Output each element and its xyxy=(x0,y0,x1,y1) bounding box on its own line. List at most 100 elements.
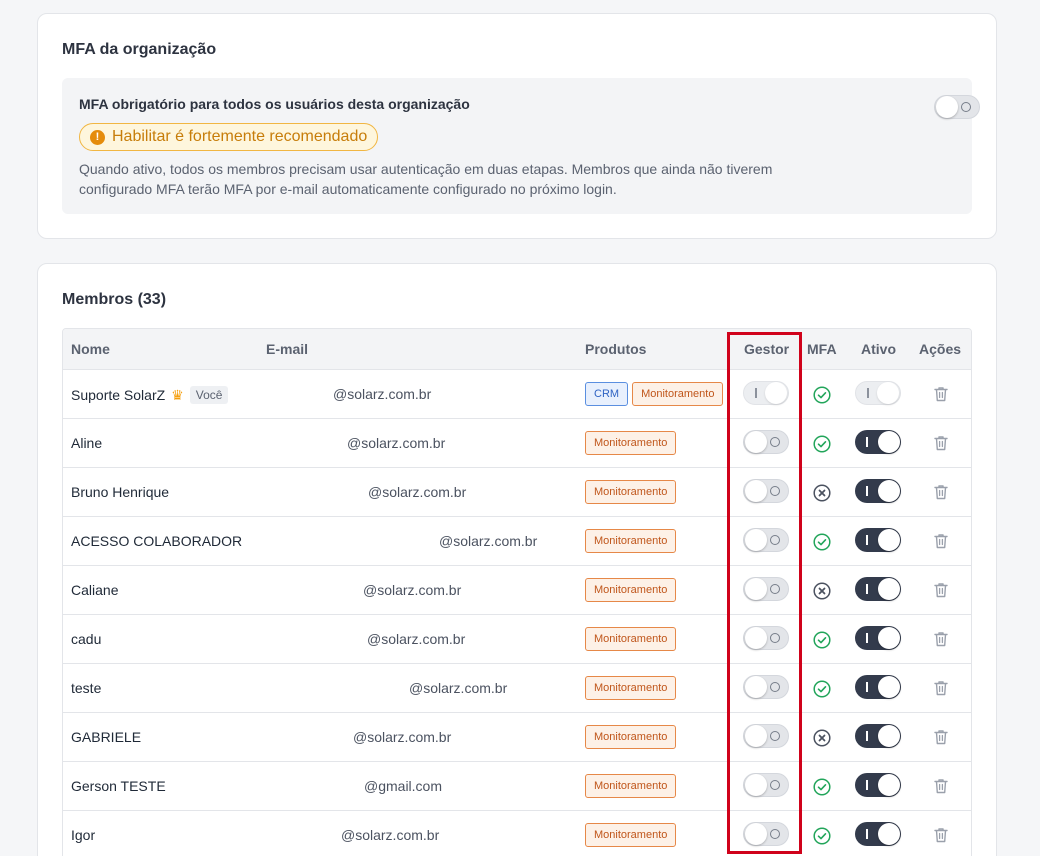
table-row: Caliane @solarz.com.br Monitoramento xyxy=(63,566,971,615)
table-row: cadu @solarz.com.br Monitoramento xyxy=(63,615,971,664)
manager-toggle[interactable] xyxy=(743,626,789,650)
product-badges: Monitoramento xyxy=(585,774,677,798)
trash-icon[interactable] xyxy=(934,827,948,843)
table-row: GABRIELE @solarz.com.br Monitoramento xyxy=(63,713,971,762)
active-toggle[interactable] xyxy=(855,479,901,503)
active-toggle[interactable] xyxy=(855,430,901,454)
table-row: Suporte SolarZ ♛ Você @solarz.com.br CRM Mo… xyxy=(63,370,971,419)
table-header: Nome E-mail Produtos Gestor MFA Ativo Aç… xyxy=(63,329,971,370)
column-header-name: Nome xyxy=(71,341,110,357)
you-badge: Você xyxy=(189,386,229,404)
product-badge: Monitoramento xyxy=(585,823,677,847)
trash-icon[interactable] xyxy=(934,778,948,794)
manager-toggle[interactable] xyxy=(743,822,789,846)
manager-toggle[interactable] xyxy=(743,430,789,454)
exclamation-circle-icon: ! xyxy=(90,129,105,145)
active-toggle[interactable] xyxy=(855,822,901,846)
manager-toggle[interactable] xyxy=(743,381,789,405)
trash-icon[interactable] xyxy=(934,582,948,598)
active-toggle[interactable] xyxy=(855,724,901,748)
member-name: GABRIELE xyxy=(71,729,142,745)
member-name-cell: ACESSO COLABORADOR xyxy=(71,533,242,549)
trash-icon[interactable] xyxy=(934,386,948,402)
member-email: @gmail.com xyxy=(364,778,443,794)
members-card: Membros (33) Nome E-mail Produtos Gestor… xyxy=(37,263,997,856)
members-table: Nome E-mail Produtos Gestor MFA Ativo Aç… xyxy=(62,328,972,856)
trash-icon[interactable] xyxy=(934,680,948,696)
table-row: teste @solarz.com.br Monitoramento xyxy=(63,664,971,713)
member-name: Gerson TESTE xyxy=(71,778,166,794)
active-toggle[interactable] xyxy=(855,577,901,601)
manager-toggle[interactable] xyxy=(743,675,789,699)
recommendation-badge: ! Habilitar é fortemente recomendado xyxy=(79,123,379,151)
members-title: Membros (33) xyxy=(62,291,167,308)
manager-toggle[interactable] xyxy=(743,479,789,503)
active-toggle[interactable] xyxy=(855,675,901,699)
member-name: teste xyxy=(71,680,102,696)
mfa-setting-heading: MFA obrigatório para todos os usuários d… xyxy=(79,96,470,112)
product-badges: Monitoramento xyxy=(585,529,677,553)
product-badge: Monitoramento xyxy=(585,480,677,504)
manager-toggle[interactable] xyxy=(743,724,789,748)
product-badges: Monitoramento xyxy=(585,480,677,504)
check-circle-icon xyxy=(813,435,831,453)
product-badge: Monitoramento xyxy=(585,431,677,455)
column-header-email: E-mail xyxy=(266,341,309,357)
member-email: @solarz.com.br xyxy=(353,729,452,745)
crown-icon: ♛ xyxy=(171,386,184,403)
check-circle-icon xyxy=(813,827,831,845)
member-name-cell: GABRIELE xyxy=(71,729,141,745)
mfa-card-title: MFA da organização xyxy=(62,41,217,58)
table-row: Bruno Henrique @solarz.com.br Monitorame… xyxy=(63,468,971,517)
column-header-mfa: MFA xyxy=(807,341,837,357)
trash-icon[interactable] xyxy=(934,533,948,549)
product-badges: Monitoramento xyxy=(585,823,677,847)
member-email: @solarz.com.br xyxy=(341,827,440,843)
member-name: Suporte SolarZ xyxy=(71,387,166,403)
product-badge: Monitoramento xyxy=(585,529,677,553)
member-name-cell: teste xyxy=(71,680,101,696)
member-name-cell: Igor xyxy=(71,827,95,843)
member-email: @solarz.com.br xyxy=(347,435,446,451)
manager-toggle[interactable] xyxy=(743,577,789,601)
member-name: ACESSO COLABORADOR xyxy=(71,533,243,549)
table-row: ACESSO COLABORADOR @solarz.com.br Monito… xyxy=(63,517,971,566)
member-email: @solarz.com.br xyxy=(363,582,462,598)
member-name: Aline xyxy=(71,435,103,451)
table-row: Aline @solarz.com.br Monitoramento xyxy=(63,419,971,468)
check-circle-icon xyxy=(813,533,831,551)
check-circle-icon xyxy=(813,386,831,404)
product-badge: Monitoramento xyxy=(585,578,677,602)
active-toggle[interactable] xyxy=(855,626,901,650)
check-circle-icon xyxy=(813,778,831,796)
trash-icon[interactable] xyxy=(934,484,948,500)
member-name: cadu xyxy=(71,631,102,647)
column-header-products: Produtos xyxy=(585,341,647,357)
manager-toggle[interactable] xyxy=(743,528,789,552)
product-badges: Monitoramento xyxy=(585,578,677,602)
x-circle-icon xyxy=(813,582,831,600)
member-email: @solarz.com.br xyxy=(409,680,508,696)
mfa-required-toggle[interactable] xyxy=(934,95,980,119)
check-circle-icon xyxy=(813,680,831,698)
mfa-setting-box: MFA obrigatório para todos os usuários d… xyxy=(62,78,980,214)
product-badges: Monitoramento xyxy=(585,676,677,700)
active-toggle[interactable] xyxy=(855,528,901,552)
manager-toggle[interactable] xyxy=(743,773,789,797)
member-name: Bruno Henrique xyxy=(71,484,170,500)
member-name-cell: Suporte SolarZ ♛ Você xyxy=(71,386,229,404)
member-name: Igor xyxy=(71,827,96,843)
product-badge: Monitoramento xyxy=(585,774,677,798)
product-badges: Monitoramento xyxy=(585,627,677,651)
trash-icon[interactable] xyxy=(934,435,948,451)
trash-icon[interactable] xyxy=(934,631,948,647)
active-toggle[interactable] xyxy=(855,773,901,797)
recommendation-text: Habilitar é fortemente recomendado xyxy=(112,128,368,145)
column-header-active: Ativo xyxy=(861,341,896,357)
active-toggle[interactable] xyxy=(855,381,901,405)
trash-icon[interactable] xyxy=(934,729,948,745)
member-email: @solarz.com.br xyxy=(439,533,538,549)
table-body: Suporte SolarZ ♛ Você @solarz.com.br CRM Mo… xyxy=(63,370,971,856)
member-name-cell: Bruno Henrique xyxy=(71,484,169,500)
product-badge: Monitoramento xyxy=(585,725,677,749)
